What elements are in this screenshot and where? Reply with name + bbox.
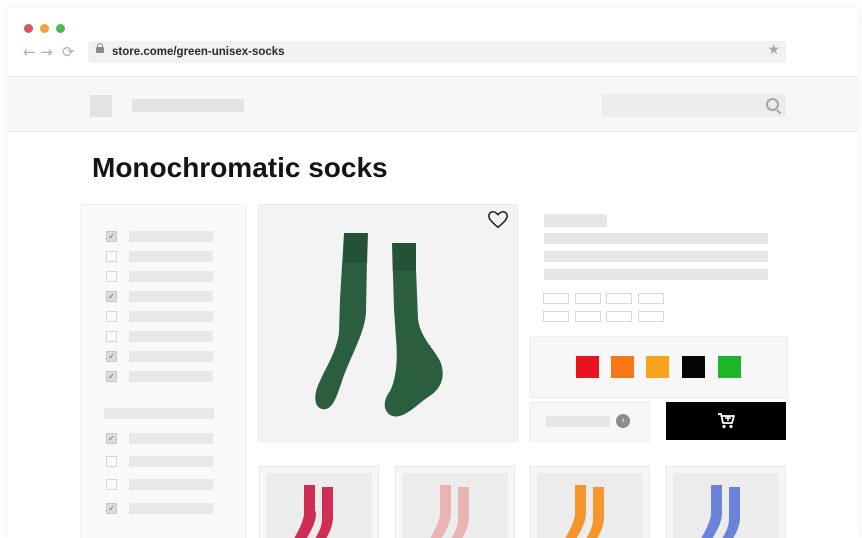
heart-icon[interactable] bbox=[487, 209, 509, 231]
size-option[interactable] bbox=[575, 311, 601, 322]
pink-red-socks-image bbox=[294, 485, 333, 538]
filter-checkbox[interactable] bbox=[106, 311, 117, 322]
product-main-image[interactable] bbox=[258, 204, 518, 442]
filter-row[interactable]: ✓ bbox=[106, 231, 216, 243]
product-thumbnail[interactable] bbox=[530, 466, 650, 538]
filter-label-placeholder bbox=[129, 371, 213, 382]
filter-row[interactable]: ✓ bbox=[106, 433, 216, 445]
site-search-input[interactable] bbox=[602, 94, 786, 117]
filter-checkbox[interactable]: ✓ bbox=[106, 231, 117, 242]
search-icon[interactable] bbox=[766, 98, 779, 111]
filter-row[interactable] bbox=[106, 456, 216, 468]
bookmark-star-icon[interactable]: ★ bbox=[767, 42, 780, 58]
filter-checkbox[interactable]: ✓ bbox=[106, 291, 117, 302]
size-option[interactable] bbox=[638, 311, 664, 322]
lock-icon bbox=[96, 43, 104, 53]
filter-label-placeholder bbox=[129, 351, 213, 362]
filter-label-placeholder bbox=[129, 503, 213, 514]
browser-window: ← → ⟳ store.come/green-unisex-socks ★ Mo… bbox=[8, 8, 858, 538]
page-title: Monochromatic socks bbox=[92, 152, 388, 183]
filter-row[interactable]: ✓ bbox=[106, 291, 216, 303]
product-desc-placeholder bbox=[544, 251, 768, 262]
site-header bbox=[8, 76, 858, 132]
add-to-cart-button[interactable] bbox=[666, 402, 786, 440]
filter-row[interactable] bbox=[106, 251, 216, 263]
close-window-dot[interactable] bbox=[24, 24, 33, 33]
address-bar[interactable]: store.come/green-unisex-socks ★ bbox=[88, 41, 786, 63]
filter-label-placeholder bbox=[129, 433, 213, 444]
filter-label-placeholder bbox=[129, 291, 213, 302]
color-picker bbox=[530, 336, 788, 398]
size-option[interactable] bbox=[575, 293, 601, 304]
filter-label-placeholder bbox=[129, 251, 213, 262]
filter-row[interactable] bbox=[106, 331, 216, 343]
color-swatch-green[interactable] bbox=[718, 356, 741, 378]
quantity-chevron-icon[interactable]: ‹ bbox=[616, 414, 630, 428]
filter-checkbox[interactable] bbox=[106, 331, 117, 342]
color-swatch-yellow[interactable] bbox=[646, 356, 669, 378]
size-option[interactable] bbox=[543, 293, 569, 304]
quantity-value-placeholder bbox=[546, 416, 610, 427]
size-option[interactable] bbox=[606, 311, 632, 322]
back-arrow-icon[interactable]: ← bbox=[23, 44, 36, 60]
filter-checkbox[interactable]: ✓ bbox=[106, 351, 117, 362]
filter-checkbox[interactable] bbox=[106, 251, 117, 262]
size-option[interactable] bbox=[638, 293, 664, 304]
filter-row[interactable] bbox=[106, 479, 216, 491]
minimize-window-dot[interactable] bbox=[40, 24, 49, 33]
filter-row[interactable]: ✓ bbox=[106, 503, 216, 515]
site-logo-placeholder[interactable] bbox=[90, 95, 112, 117]
filter-checkbox[interactable] bbox=[106, 456, 117, 467]
product-thumbnail[interactable] bbox=[666, 466, 786, 538]
reload-icon[interactable]: ⟳ bbox=[62, 44, 75, 60]
filter-sidebar: ✓ ✓ ✓ ✓ ✓ ✓ bbox=[80, 204, 246, 538]
product-name-placeholder bbox=[544, 233, 768, 244]
filter-section-heading-placeholder bbox=[104, 408, 214, 419]
browser-chrome: ← → ⟳ store.come/green-unisex-socks ★ bbox=[8, 8, 858, 76]
filter-row[interactable] bbox=[106, 271, 216, 283]
quantity-selector[interactable]: ‹ bbox=[530, 402, 650, 442]
filter-label-placeholder bbox=[129, 271, 213, 282]
color-swatch-black[interactable] bbox=[682, 356, 705, 378]
filter-label-placeholder bbox=[129, 231, 213, 242]
filter-row[interactable]: ✓ bbox=[106, 351, 216, 363]
product-thumbnail[interactable] bbox=[259, 466, 379, 538]
maximize-window-dot[interactable] bbox=[56, 24, 65, 33]
green-socks-image bbox=[315, 233, 443, 417]
forward-arrow-icon[interactable]: → bbox=[40, 44, 53, 60]
product-thumbnail[interactable] bbox=[395, 466, 515, 538]
site-nav-placeholder[interactable] bbox=[132, 99, 244, 112]
blue-socks-image bbox=[701, 485, 740, 538]
product-brand-placeholder bbox=[544, 214, 607, 227]
light-pink-socks-image bbox=[430, 485, 469, 538]
filter-checkbox[interactable]: ✓ bbox=[106, 503, 117, 514]
filter-label-placeholder bbox=[129, 311, 213, 322]
product-price-placeholder bbox=[544, 269, 768, 280]
color-swatch-red[interactable] bbox=[576, 356, 599, 378]
filter-label-placeholder bbox=[129, 479, 213, 490]
filter-row[interactable] bbox=[106, 311, 216, 323]
orange-socks-image bbox=[565, 485, 604, 538]
shopping-cart-icon bbox=[718, 413, 735, 429]
filter-checkbox[interactable]: ✓ bbox=[106, 433, 117, 444]
size-option[interactable] bbox=[543, 311, 569, 322]
filter-checkbox[interactable] bbox=[106, 479, 117, 490]
color-swatch-orange[interactable] bbox=[611, 356, 634, 378]
filter-checkbox[interactable]: ✓ bbox=[106, 371, 117, 382]
filter-checkbox[interactable] bbox=[106, 271, 117, 282]
size-option[interactable] bbox=[606, 293, 632, 304]
filter-label-placeholder bbox=[129, 331, 213, 342]
filter-row[interactable]: ✓ bbox=[106, 371, 216, 383]
url-text[interactable]: store.come/green-unisex-socks bbox=[112, 45, 285, 59]
filter-label-placeholder bbox=[129, 456, 213, 467]
